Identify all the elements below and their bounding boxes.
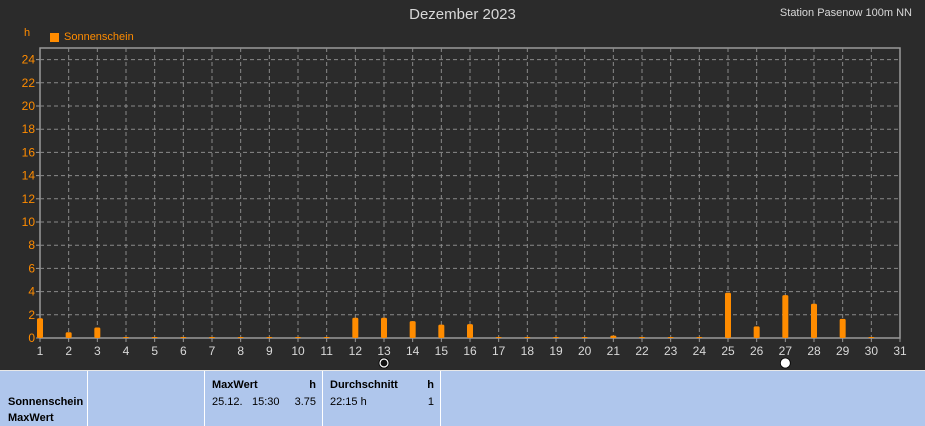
bar	[209, 337, 215, 338]
x-tick-label: 10	[291, 344, 305, 358]
y-tick-label: 0	[28, 331, 35, 345]
avg-value: 1	[427, 396, 434, 408]
bar	[37, 318, 43, 338]
max-date: 25.12.	[212, 396, 243, 408]
x-tick-label: 1	[37, 344, 44, 358]
summary-avg-cell: Durchschnitt h 22:15 h 1	[323, 371, 441, 426]
y-tick-label: 24	[22, 53, 36, 67]
legend-swatch	[50, 32, 59, 42]
max-header: MaxWert	[212, 379, 258, 391]
y-tick-label: 14	[22, 169, 36, 183]
y-axis-unit: h	[24, 27, 31, 39]
x-tick-label: 22	[635, 344, 649, 358]
new-moon-icon-inner	[380, 359, 388, 367]
bar	[553, 337, 559, 338]
max-time: 15:30	[252, 396, 280, 408]
bar	[639, 337, 645, 338]
bar	[381, 317, 387, 338]
bar	[495, 337, 502, 338]
bar	[467, 324, 473, 338]
x-tick-label: 31	[893, 344, 907, 358]
bar	[123, 337, 129, 338]
y-tick-label: 16	[22, 145, 36, 159]
y-tick-label: 2	[28, 308, 35, 322]
row-label-maxwert: MaxWert	[8, 412, 54, 424]
legend: Sonnenschein	[50, 31, 134, 43]
bar	[696, 337, 703, 338]
bar	[610, 335, 617, 338]
x-tick-label: 2	[65, 344, 72, 358]
bar	[811, 303, 817, 338]
x-tick-label: 28	[807, 344, 821, 358]
x-tick-label: 14	[406, 344, 420, 358]
x-tick-label: 20	[578, 344, 592, 358]
bar	[839, 318, 846, 338]
max-unit: h	[309, 379, 316, 391]
y-tick-label: 12	[22, 192, 36, 206]
x-tick-label: 27	[779, 344, 793, 358]
bar	[868, 337, 875, 338]
bar	[524, 337, 531, 338]
bar	[667, 337, 674, 338]
y-tick-label: 4	[28, 285, 35, 299]
full-moon-icon	[779, 357, 791, 369]
legend-label: Sonnenschein	[64, 31, 134, 43]
bar	[180, 337, 187, 338]
avg-unit: h	[427, 379, 434, 391]
bar	[409, 321, 416, 338]
x-tick-label: 25	[721, 344, 735, 358]
max-value: 3.75	[294, 396, 316, 408]
x-tick-label: 5	[151, 344, 158, 358]
station-label: Station Pasenow 100m NN	[779, 7, 912, 19]
x-tick-label: 7	[209, 344, 216, 358]
x-tick-label: 16	[463, 344, 477, 358]
summary-row-labels: Sonnenschein MaxWert	[0, 371, 88, 426]
summary-max-cell: MaxWert h 25.12. 15:30 3.75	[205, 371, 323, 426]
x-tick-label: 3	[94, 344, 101, 358]
x-tick-label: 21	[607, 344, 621, 358]
x-tick-label: 30	[865, 344, 879, 358]
x-tick-label: 12	[349, 344, 363, 358]
bar	[352, 317, 359, 338]
x-tick-label: 13	[377, 344, 391, 358]
bar	[65, 332, 72, 338]
x-tick-label: 11	[320, 344, 333, 358]
bar	[782, 295, 789, 338]
sunshine-chart: 0246810121416182022241 2 3 4 5 6 7 8 9 10 11 12 13 14…	[22, 47, 907, 369]
row-label-sonnenschein: Sonnenschein	[8, 396, 84, 408]
x-tick-label: 19	[549, 344, 563, 358]
bar	[753, 326, 760, 338]
y-tick-label: 22	[22, 76, 36, 90]
x-tick-label: 24	[693, 344, 707, 358]
x-tick-label: 9	[266, 344, 273, 358]
summary-table: Sonnenschein MaxWert MaxWert h 25.12. 15…	[0, 370, 925, 426]
x-tick-label: 6	[180, 344, 187, 358]
avg-header: Durchschnitt	[330, 379, 398, 391]
summary-spacer	[88, 371, 205, 426]
x-tick-label: 29	[836, 344, 850, 358]
bar	[266, 337, 273, 338]
x-tick-label: 17	[492, 344, 506, 358]
bar	[725, 292, 731, 338]
x-tick-label: 26	[750, 344, 764, 358]
chart-area: 0 2 4 6 8 10 12 14 16 18 20 22 24 1 2 3 4 5 6 7 8 9 10 11 12 13 14…	[0, 0, 925, 370]
y-tick-label: 18	[22, 122, 36, 136]
y-tick-label: 8	[28, 238, 35, 252]
x-tick-label: 8	[237, 344, 244, 358]
bar	[94, 327, 101, 338]
y-tick-label: 20	[22, 99, 36, 113]
bar	[581, 337, 588, 338]
bar	[295, 337, 301, 338]
bar	[151, 337, 158, 338]
y-tick-label: 10	[22, 215, 36, 229]
x-tick-label: 15	[435, 344, 449, 358]
bar	[323, 337, 330, 338]
avg-time: 22:15 h	[330, 396, 367, 408]
y-tick-label: 6	[28, 261, 35, 275]
bar	[438, 324, 445, 338]
x-tick-label: 18	[521, 344, 535, 358]
x-tick-label: 4	[123, 344, 130, 358]
x-tick-label: 23	[664, 344, 678, 358]
bar	[237, 337, 244, 338]
